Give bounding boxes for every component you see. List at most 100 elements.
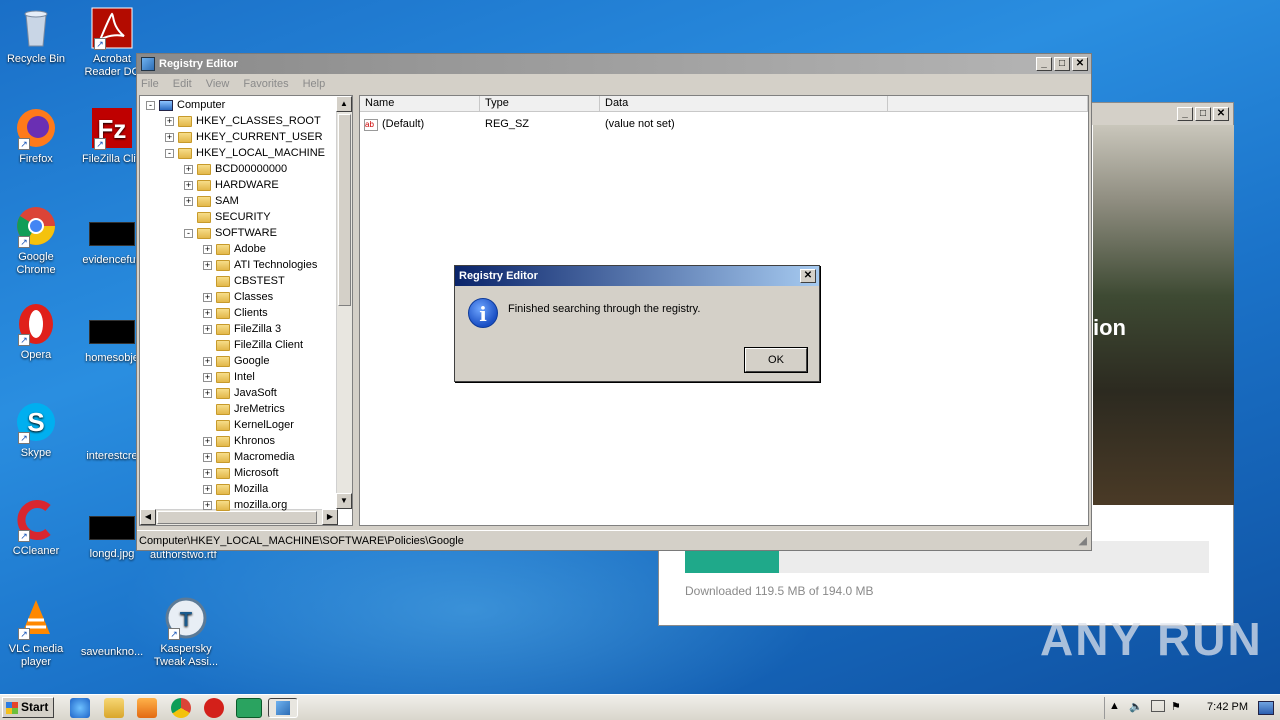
tray-expand-icon[interactable]: ▲ (1109, 700, 1120, 712)
expand-icon[interactable]: + (203, 484, 212, 494)
minimize-button[interactable]: _ (1177, 107, 1193, 121)
ok-button[interactable]: OK (744, 347, 808, 373)
expand-icon[interactable]: + (203, 308, 212, 318)
desktop-icon-opera[interactable]: ↗ Opera (0, 302, 72, 362)
expand-icon[interactable]: + (203, 436, 212, 446)
tree-item[interactable]: + Adobe (203, 241, 266, 257)
file-explorer-icon[interactable] (104, 698, 124, 718)
tree-item[interactable]: + Intel (203, 369, 255, 385)
expand-icon[interactable]: + (165, 132, 174, 142)
scroll-down-arrow-icon[interactable]: ▼ (336, 493, 352, 509)
tree-item[interactable]: + FileZilla 3 (203, 321, 281, 337)
tree-item[interactable]: FileZilla Client (203, 337, 303, 353)
close-button[interactable]: ✕ (1072, 57, 1088, 71)
scroll-left-arrow-icon[interactable]: ◀ (140, 509, 156, 525)
dialog-close-button[interactable]: ✕ (800, 269, 816, 283)
regedit-icon (276, 701, 290, 715)
expand-icon[interactable]: + (165, 116, 174, 126)
regedit-taskbar-button[interactable] (268, 698, 298, 718)
desktop-icon-kaspersky[interactable]: T ↗ Kaspersky Tweak Assi... (150, 596, 222, 669)
tree-item[interactable]: + HKEY_CURRENT_USER (165, 129, 323, 145)
tree-item[interactable]: + BCD00000000 (184, 161, 287, 177)
desktop-icon-firefox[interactable]: ↗ Firefox (0, 106, 72, 166)
clock[interactable]: 7:42 PM (1207, 701, 1248, 713)
scroll-up-arrow-icon[interactable]: ▲ (336, 96, 352, 112)
expand-icon[interactable]: + (203, 468, 212, 478)
menu-view[interactable]: View (206, 78, 230, 90)
tree-item[interactable]: + HKEY_CLASSES_ROOT (165, 113, 321, 129)
tree-item[interactable]: + SAM (184, 193, 239, 209)
maximize-button[interactable]: □ (1195, 107, 1211, 121)
file-thumbnail-icon (89, 516, 135, 540)
start-button[interactable]: Start (2, 697, 54, 718)
tree-item[interactable]: + Clients (203, 305, 268, 321)
show-desktop-icon[interactable] (1258, 701, 1274, 715)
column-header-data[interactable]: Data (600, 96, 888, 112)
minimize-button[interactable]: _ (1036, 57, 1052, 71)
expand-icon[interactable]: + (203, 372, 212, 382)
tree-item[interactable]: - SOFTWARE (184, 225, 277, 241)
desktop-icon-vlc[interactable]: ↗ VLC media player (0, 596, 72, 669)
expand-icon[interactable]: + (203, 244, 212, 254)
tree-item[interactable]: JreMetrics (203, 401, 285, 417)
expand-icon[interactable]: + (184, 180, 193, 190)
expand-icon[interactable]: + (203, 260, 212, 270)
desktop-icon-saveunkno[interactable]: saveunkno... (76, 602, 148, 659)
action-center-flag-icon[interactable]: ⚑ (1171, 700, 1181, 713)
app-taskbar-button[interactable] (236, 698, 262, 718)
desktop-icon-skype[interactable]: S ↗ Skype (0, 400, 72, 460)
tree-item[interactable]: + Mozilla (203, 481, 268, 497)
expand-icon[interactable]: + (203, 452, 212, 462)
tree-item[interactable]: + mozilla.org (203, 497, 287, 513)
expand-icon[interactable]: + (184, 196, 193, 206)
desktop-icon-ccleaner[interactable]: ↗ CCleaner (0, 498, 72, 558)
tree-item[interactable]: + JavaSoft (203, 385, 277, 401)
tree-item[interactable]: - Computer (146, 97, 225, 113)
tree-item[interactable]: CBSTEST (203, 273, 285, 289)
menu-favorites[interactable]: Favorites (243, 78, 288, 90)
expand-icon[interactable]: + (203, 324, 212, 334)
desktop-icon-recycle-bin[interactable]: Recycle Bin (0, 6, 72, 66)
tree-item[interactable]: + Classes (203, 289, 273, 305)
menu-file[interactable]: File (141, 78, 159, 90)
expand-icon[interactable]: + (203, 356, 212, 366)
maximize-button[interactable]: □ (1054, 57, 1070, 71)
tree-item[interactable]: SECURITY (184, 209, 271, 225)
tree-item[interactable]: + Khronos (203, 433, 275, 449)
tree-item[interactable]: + Macromedia (203, 449, 295, 465)
column-header-type[interactable]: Type (480, 96, 600, 112)
tree-item[interactable]: + ATI Technologies (203, 257, 317, 273)
status-path: Computer\HKEY_LOCAL_MACHINE\SOFTWARE\Pol… (139, 535, 464, 547)
collapse-icon[interactable]: - (184, 228, 193, 238)
collapse-icon[interactable]: - (146, 100, 155, 110)
desktop-icon-chrome[interactable]: ↗ Google Chrome (0, 204, 72, 277)
close-button[interactable]: ✕ (1213, 107, 1229, 121)
value-name: (Default) (382, 118, 425, 130)
expand-icon[interactable]: + (184, 164, 193, 174)
chrome-taskbar-icon[interactable] (171, 698, 191, 718)
resize-grip-icon[interactable]: ◢ (1079, 531, 1087, 551)
scroll-right-arrow-icon[interactable]: ▶ (322, 509, 338, 525)
volume-icon[interactable]: 🔈 (1129, 700, 1143, 713)
media-player-icon[interactable] (137, 698, 157, 718)
expand-icon[interactable]: + (203, 292, 212, 302)
string-value-icon: ab (364, 116, 380, 132)
tree-vertical-scrollbar[interactable]: ▲ ▼ (336, 96, 352, 509)
expand-icon[interactable]: + (203, 388, 212, 398)
folder-icon (216, 259, 230, 271)
tree-item[interactable]: + Google (203, 353, 269, 369)
scrollbar-thumb[interactable] (338, 114, 351, 306)
menu-help[interactable]: Help (303, 78, 326, 90)
network-icon[interactable] (1151, 700, 1165, 712)
tree-item[interactable]: KernelLoger (203, 417, 294, 433)
column-header-name[interactable]: Name (360, 96, 480, 112)
tree-item[interactable]: + Microsoft (203, 465, 279, 481)
tree-item[interactable]: - HKEY_LOCAL_MACHINE (165, 145, 325, 161)
desktop-icon-label: VLC media player (8, 643, 64, 668)
internet-explorer-icon[interactable] (70, 698, 90, 718)
tree-item[interactable]: + HARDWARE (184, 177, 279, 193)
menu-edit[interactable]: Edit (173, 78, 192, 90)
opera-taskbar-icon[interactable] (204, 698, 224, 718)
expand-icon[interactable]: + (203, 500, 212, 510)
collapse-icon[interactable]: - (165, 148, 174, 158)
